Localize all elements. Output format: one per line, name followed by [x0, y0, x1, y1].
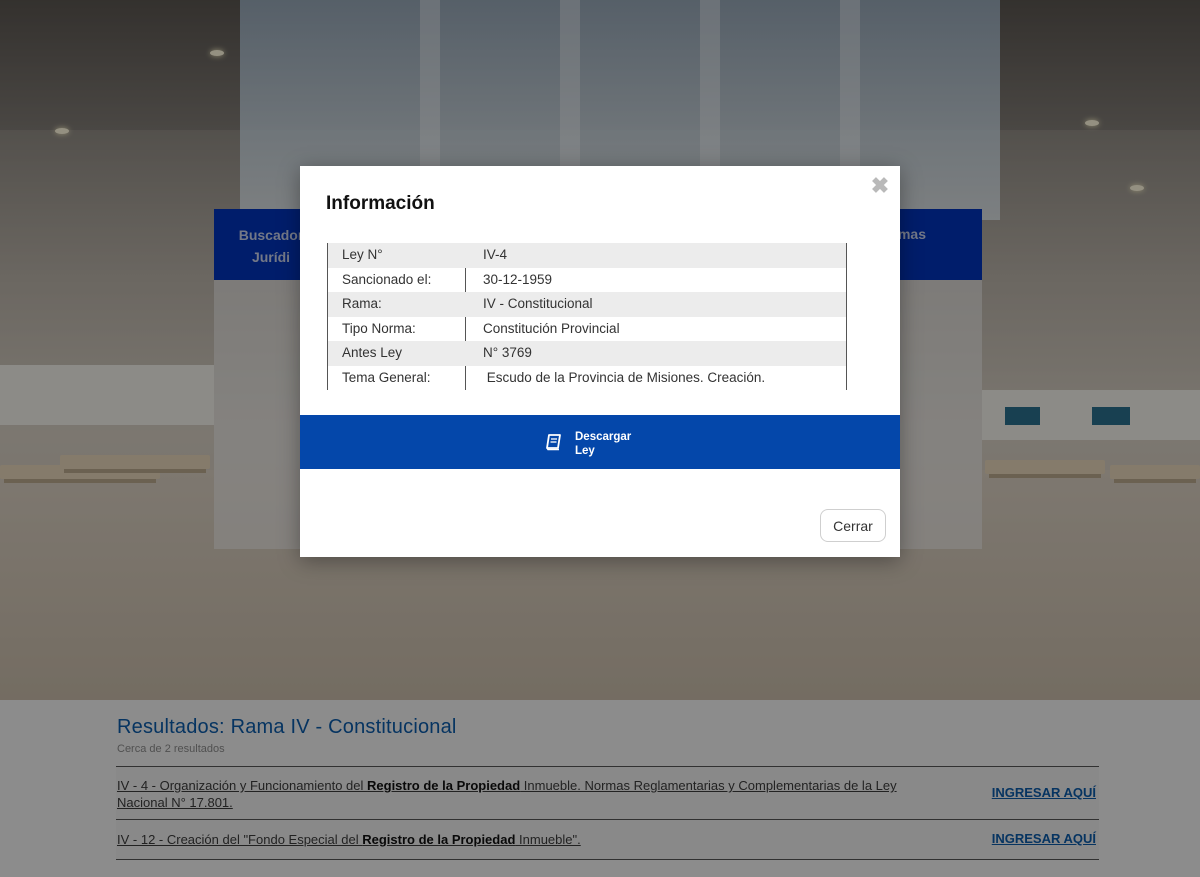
info-row: Ley N° IV-4: [328, 243, 846, 268]
info-row: Sancionado el: 30-12-1959: [328, 268, 846, 293]
download-label: Descargar Ley: [575, 430, 645, 458]
info-label: Tipo Norma:: [342, 320, 416, 336]
info-label: Sancionado el:: [342, 271, 432, 287]
info-table: Ley N° IV-4 Sancionado el: 30-12-1959 Ra…: [327, 243, 847, 390]
info-row: Tema General: Escudo de la Provincia de …: [328, 366, 846, 391]
info-value: N° 3769: [483, 345, 532, 360]
modal-title: Información: [326, 193, 435, 214]
info-modal: Información ✖ Ley N° IV-4 Sancionado el:…: [300, 166, 900, 557]
info-label: Ley N°: [342, 247, 383, 262]
info-value: Constitución Provincial: [483, 320, 620, 336]
download-label-line2: Ley: [575, 445, 595, 457]
cerrar-button[interactable]: Cerrar: [820, 509, 886, 542]
info-value: 30-12-1959: [483, 271, 553, 287]
info-value: IV - Constitucional: [483, 296, 593, 311]
info-label: Antes Ley: [342, 345, 403, 360]
info-label: Tema General:: [342, 369, 431, 385]
info-value: Escudo de la Provincia de Misiones. Crea…: [483, 369, 766, 385]
info-row: Antes Ley N° 3769: [328, 341, 846, 366]
info-row: Tipo Norma: Constitución Provincial: [328, 317, 846, 342]
download-label-line1: Descargar: [575, 431, 632, 443]
close-icon[interactable]: ✖: [870, 175, 890, 197]
info-value: IV-4: [483, 247, 508, 262]
info-row: Rama: IV - Constitucional: [328, 292, 846, 317]
info-label: Rama:: [342, 296, 382, 311]
book-icon: [546, 434, 561, 451]
download-law-button[interactable]: Descargar Ley: [300, 415, 900, 469]
